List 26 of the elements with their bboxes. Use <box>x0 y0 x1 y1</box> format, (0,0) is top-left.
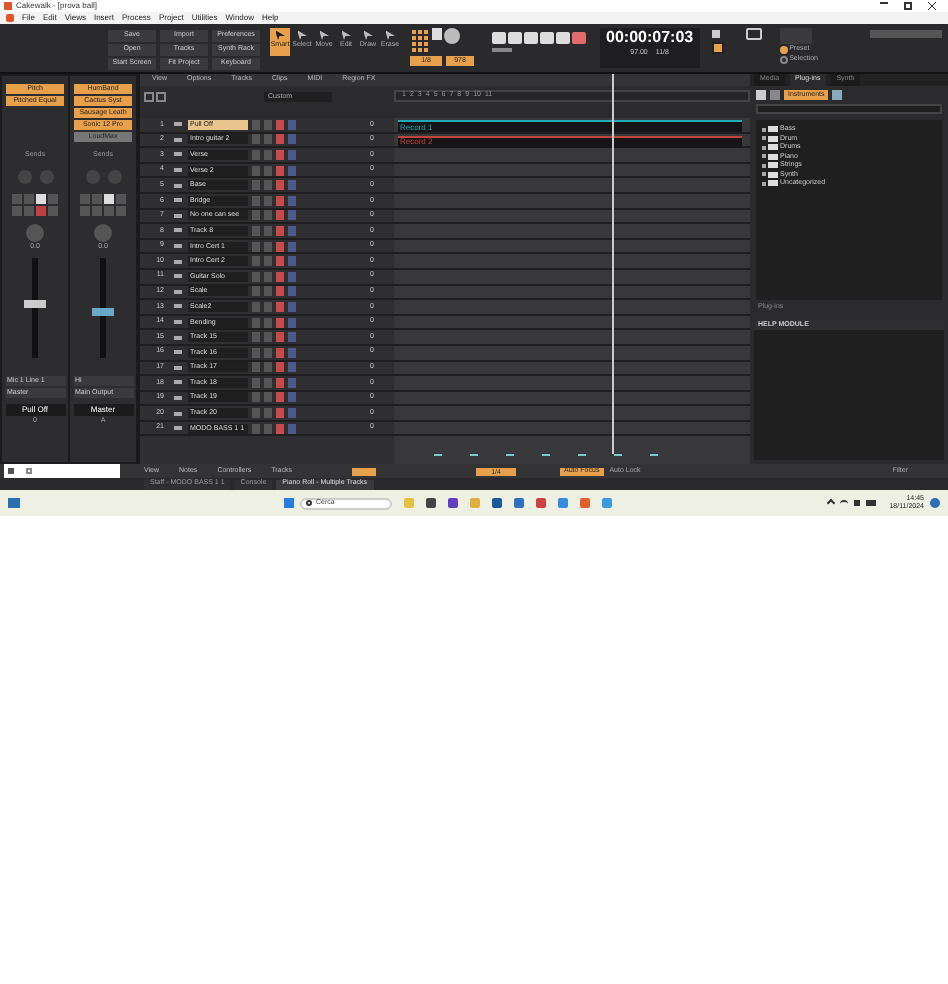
automation-node-icon <box>578 454 586 460</box>
add-track-icon[interactable] <box>144 91 154 101</box>
maximize-icon[interactable] <box>904 2 912 10</box>
time-counter: 00:00:07:03 <box>606 30 694 46</box>
record-icon[interactable] <box>572 32 586 44</box>
wifi-icon[interactable] <box>839 500 848 506</box>
automation-node-icon <box>434 454 442 460</box>
radio-button[interactable] <box>779 46 788 54</box>
automation-node-icon <box>650 454 658 460</box>
chevron-icon[interactable] <box>826 498 835 508</box>
automation-node-icon <box>614 454 622 460</box>
close-icon[interactable] <box>928 2 936 10</box>
automation-node-icon <box>506 454 514 460</box>
restore-icon[interactable] <box>26 468 32 474</box>
grid-icon[interactable] <box>410 28 430 52</box>
automation-node-icon <box>542 454 550 460</box>
automation-node-icon <box>470 454 478 460</box>
pan-knob[interactable] <box>26 223 44 241</box>
fader-thumb[interactable] <box>92 308 114 317</box>
fader-thumb[interactable] <box>24 299 46 308</box>
radio-button[interactable] <box>779 56 788 64</box>
workspace-field[interactable] <box>870 30 942 38</box>
notification-icon[interactable] <box>930 498 940 508</box>
add-icon[interactable] <box>156 91 166 101</box>
pan-knob[interactable] <box>94 223 112 241</box>
search-field[interactable] <box>756 104 942 114</box>
